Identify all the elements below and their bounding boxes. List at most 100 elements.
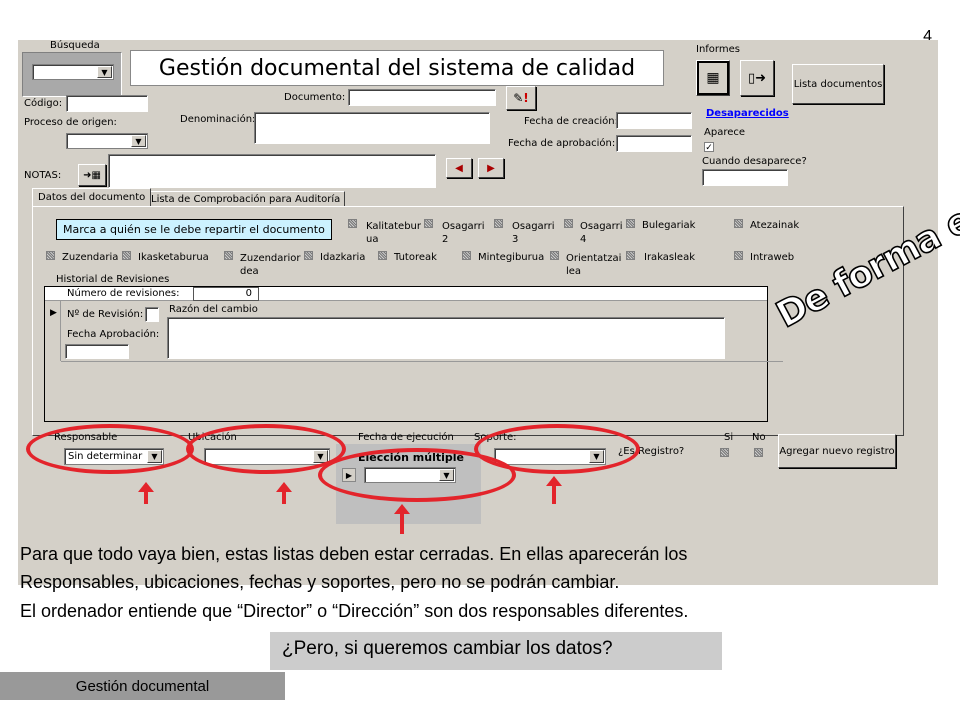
- fecha-aprob-label: Fecha Aprobación:: [67, 329, 160, 340]
- notas-zoom-button[interactable]: ➜▦: [78, 164, 106, 186]
- exit-button[interactable]: ▯➜: [740, 60, 774, 96]
- question-box: ¿Pero, si queremos cambiar los datos?: [270, 632, 722, 670]
- recipient-label: Osagarri 4: [580, 221, 623, 245]
- triangle-left-icon: ◀: [455, 162, 463, 174]
- tab-datos-documento[interactable]: Datos del documento: [32, 188, 152, 206]
- num-revision-label: Nº de Revisión:: [67, 309, 144, 320]
- previous-record-button[interactable]: ◀: [446, 158, 472, 178]
- recipient-label: Bulegariak: [642, 220, 696, 231]
- desaparecidos-link[interactable]: Desaparecidos: [706, 108, 789, 119]
- codigo-field[interactable]: [66, 95, 148, 112]
- arrow-up-icon: [546, 476, 562, 504]
- informes-label: Informes: [696, 44, 740, 55]
- notas-field[interactable]: [108, 154, 436, 188]
- recipient-checkbox[interactable]: [626, 219, 635, 228]
- tab-lista-comprobacion[interactable]: Lista de Comprobación para Auditoría: [146, 191, 346, 207]
- recipient-checkbox[interactable]: [224, 251, 233, 260]
- door-exit-icon: ▯➜: [747, 70, 767, 86]
- recipient-label: Kalitatebur ua: [366, 221, 421, 245]
- notas-label: NOTAS:: [24, 170, 62, 181]
- no-label: No: [752, 432, 766, 443]
- paragraph-line-3: El ordenador entiende que “Director” o “…: [20, 601, 689, 621]
- codigo-label: Código:: [24, 98, 63, 109]
- arrow-up-icon: [276, 482, 292, 504]
- copy-icon: ▦: [706, 70, 720, 86]
- recipient-checkbox[interactable]: [304, 251, 313, 260]
- busqueda-label: Búsqueda: [50, 40, 100, 51]
- next-record-button[interactable]: ▶: [478, 158, 504, 178]
- recipient-checkbox[interactable]: [494, 219, 503, 228]
- denominacion-field[interactable]: [254, 112, 490, 144]
- num-revisiones-value: 0: [193, 287, 259, 301]
- marca-label: Marca a quién se le debe repartir el doc…: [56, 219, 332, 240]
- record-selector[interactable]: ▶: [45, 301, 61, 361]
- recipient-checkbox[interactable]: [734, 219, 743, 228]
- documento-field[interactable]: [348, 89, 496, 106]
- edit-alert-icon: ✎!: [513, 91, 529, 105]
- row-divider: [61, 361, 783, 362]
- recipient-checkbox[interactable]: [550, 251, 559, 260]
- current-record-icon: ▶: [50, 307, 57, 317]
- cuando-desaparece-label: Cuando desaparece?: [702, 156, 807, 167]
- recipient-label: Orientatzai lea: [566, 253, 622, 277]
- fecha-aprob-field[interactable]: [65, 344, 129, 359]
- agregar-registro-button[interactable]: Agregar nuevo registro: [778, 434, 896, 468]
- triangle-right-icon: ▶: [487, 162, 495, 174]
- recipient-label: Atezainak: [750, 220, 800, 231]
- recipient-label: Ikasketaburua: [138, 252, 209, 263]
- recipient-checkbox[interactable]: [424, 219, 433, 228]
- document-alert-button[interactable]: ✎!: [506, 86, 536, 110]
- recipient-label: Zuzendaria: [62, 252, 119, 263]
- form-title: Gestión documental del sistema de calida…: [130, 50, 664, 86]
- arrow-table-icon: ➜▦: [83, 169, 101, 181]
- recipient-checkbox[interactable]: [46, 251, 55, 260]
- fecha-ejecucion-label: Fecha de ejecución: [358, 432, 454, 443]
- recipient-label: Osagarri 3: [512, 221, 555, 245]
- historial-label: Historial de Revisiones: [56, 274, 170, 285]
- recipient-checkbox[interactable]: [564, 219, 573, 228]
- recipient-label: Idazkaria: [320, 252, 366, 263]
- cuando-desaparece-field[interactable]: [702, 169, 788, 186]
- es-registro-no-checkbox[interactable]: [754, 448, 763, 457]
- footer-label: Gestión documental: [0, 672, 285, 700]
- lista-documentos-button[interactable]: Lista documentos: [792, 64, 884, 104]
- highlight-oval-responsable: [26, 424, 194, 474]
- fecha-creacion-label: Fecha de creación:: [524, 116, 618, 127]
- documento-label: Documento:: [284, 92, 346, 103]
- num-revision-field[interactable]: [145, 307, 159, 322]
- fecha-creacion-field[interactable]: [616, 112, 692, 129]
- si-label: Si: [724, 432, 734, 443]
- recipient-label: Zuzendarior dea: [240, 253, 301, 277]
- recipient-checkbox[interactable]: [626, 251, 635, 260]
- recipient-label: Irakasleak: [644, 252, 695, 263]
- denominacion-label: Denominación:: [180, 114, 256, 125]
- recipient-checkbox[interactable]: [378, 251, 387, 260]
- recipient-label: Intraweb: [750, 252, 795, 263]
- aparece-label: Aparece: [704, 127, 746, 138]
- es-registro-si-checkbox[interactable]: [720, 448, 729, 457]
- recipient-label: Tutoreak: [394, 252, 437, 263]
- razon-label: Razón del cambio: [169, 304, 258, 315]
- paragraph-line-1: Para que todo vaya bien, estas listas de…: [20, 544, 688, 564]
- highlight-oval-soporte: [474, 424, 640, 474]
- historial-subform: Número de revisiones: 0 ▶ Nº de Revisión…: [44, 286, 783, 422]
- arrow-up-icon: [138, 482, 154, 504]
- chevron-down-icon: ▼: [131, 135, 146, 147]
- paragraph-line-2: Responsables, ubicaciones, fechas y sopo…: [20, 572, 620, 592]
- proceso-label: Proceso de origen:: [24, 117, 117, 128]
- aparece-checkbox[interactable]: ✓: [704, 142, 714, 152]
- busqueda-dropdown[interactable]: ▼: [32, 64, 114, 80]
- chevron-down-icon: ▼: [97, 66, 112, 78]
- fecha-aprobacion-label: Fecha de aprobación:: [508, 138, 616, 149]
- recipient-checkbox[interactable]: [734, 251, 743, 260]
- report-preview-button[interactable]: ▦: [696, 60, 730, 96]
- arrow-up-icon: [394, 504, 410, 534]
- fecha-aprobacion-field[interactable]: [616, 135, 692, 152]
- recipient-checkbox[interactable]: [122, 251, 131, 260]
- num-revisiones-label: Número de revisiones:: [67, 288, 180, 299]
- proceso-dropdown[interactable]: ▼: [66, 133, 148, 149]
- recipient-checkbox[interactable]: [462, 251, 471, 260]
- recipient-checkbox[interactable]: [348, 219, 357, 228]
- recipient-label: Osagarri 2: [442, 221, 485, 245]
- razon-field[interactable]: [167, 317, 725, 359]
